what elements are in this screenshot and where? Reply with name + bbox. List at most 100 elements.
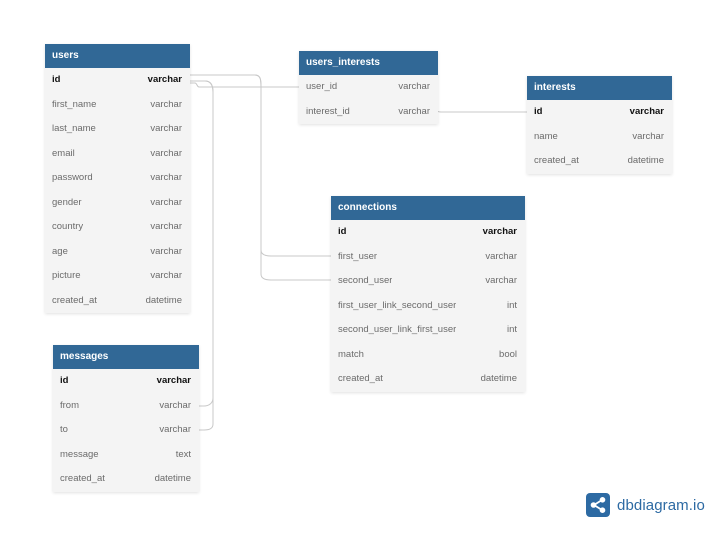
field-row[interactable]: to varchar — [53, 418, 199, 443]
field-type: varchar — [150, 245, 182, 257]
table-interests[interactable]: interests id varchar name varchar created_at… — [527, 76, 672, 174]
field-name: first_name — [52, 98, 97, 110]
field-name: created_at — [52, 294, 97, 306]
field-row[interactable]: second_user varchar — [331, 269, 525, 294]
field-name: created_at — [60, 473, 105, 484]
field-type: datetime — [480, 373, 517, 384]
field-type: varchar — [150, 98, 182, 110]
field-row[interactable]: from varchar — [53, 394, 199, 419]
field-row[interactable]: picture varchar — [45, 264, 190, 289]
field-name: user_id — [306, 81, 338, 92]
field-list: id varchar first_user varchar second_user var… — [331, 220, 525, 392]
field-type: varchar — [485, 275, 517, 286]
field-row[interactable]: id varchar — [527, 100, 672, 125]
table-header[interactable]: users_interests — [299, 51, 438, 75]
field-row[interactable]: second_user_link_first_user int — [331, 318, 525, 343]
field-row[interactable]: created_at datetime — [45, 289, 190, 314]
field-name: id — [60, 375, 69, 386]
field-name: match — [338, 348, 364, 360]
field-row[interactable]: id varchar — [331, 220, 525, 245]
field-name: last_name — [52, 123, 96, 134]
field-type: varchar — [485, 250, 517, 262]
field-list: id varchar first_name varchar last_name varch… — [45, 68, 190, 313]
field-row[interactable]: user_id varchar — [299, 75, 438, 100]
field-type: varchar — [159, 424, 191, 435]
table-header[interactable]: messages — [53, 345, 199, 369]
field-type: varchar — [632, 130, 664, 142]
field-type: varchar — [150, 123, 182, 134]
field-list: id varchar name varchar created_at datetime — [527, 100, 672, 174]
field-type: int — [506, 299, 517, 311]
field-type: varchar — [629, 106, 664, 117]
field-type: varchar — [150, 221, 182, 232]
brand-name: dbdiagram.io — [617, 496, 705, 514]
field-name: created_at — [534, 155, 579, 166]
table-connections[interactable]: connections id varchar first_user varchar se… — [331, 196, 525, 392]
connector-interests-users-interests — [432, 110, 527, 113]
field-type: varchar — [147, 74, 182, 85]
field-name: interest_id — [306, 105, 350, 117]
field-row[interactable]: last_name varchar — [45, 117, 190, 142]
field-type: bool — [499, 348, 517, 360]
field-type: varchar — [159, 399, 191, 411]
field-type: varchar — [482, 226, 517, 237]
field-type: varchar — [156, 375, 191, 386]
table-users[interactable]: users id varchar first_name varchar last_nam… — [45, 44, 190, 313]
field-row[interactable]: interest_id varchar — [299, 100, 438, 125]
field-name: email — [52, 147, 75, 159]
field-name: id — [52, 74, 61, 85]
field-row[interactable]: first_user varchar — [331, 245, 525, 270]
field-row[interactable]: password varchar — [45, 166, 190, 191]
table-header[interactable]: interests — [527, 76, 672, 100]
field-row[interactable]: created_at datetime — [331, 367, 525, 392]
field-name: second_user_link_first_user — [338, 324, 457, 335]
field-name: picture — [52, 270, 81, 281]
field-row[interactable]: first_name varchar — [45, 93, 190, 118]
field-name: id — [338, 226, 347, 237]
field-name: to — [60, 424, 68, 435]
field-type: int — [506, 324, 517, 335]
field-type: varchar — [398, 81, 430, 92]
field-list: id varchar from varchar to varchar message text… — [53, 369, 199, 492]
table-header[interactable]: connections — [331, 196, 525, 220]
field-name: country — [52, 221, 84, 232]
field-type: varchar — [150, 172, 182, 183]
field-name: second_user — [338, 275, 393, 286]
field-row[interactable]: created_at datetime — [527, 149, 672, 174]
field-row[interactable]: message text — [53, 443, 199, 468]
field-name: first_user — [338, 250, 378, 262]
field-type: text — [175, 448, 191, 460]
field-list: user_id varchar interest_id varchar — [299, 75, 438, 124]
field-type: varchar — [150, 196, 182, 208]
field-row[interactable]: match bool — [331, 343, 525, 368]
table-header[interactable]: users — [45, 44, 190, 68]
table-messages[interactable]: messages id varchar from varchar to varchar me… — [53, 345, 199, 492]
field-name: name — [534, 130, 558, 142]
field-name: created_at — [338, 373, 383, 384]
field-type: varchar — [150, 147, 182, 159]
diagram-canvas[interactable]: users id varchar first_name varchar last_nam… — [0, 0, 720, 536]
field-row[interactable]: email varchar — [45, 142, 190, 167]
share-nodes-icon — [586, 493, 610, 517]
field-name: from — [60, 399, 79, 411]
field-name: gender — [52, 196, 82, 208]
field-row[interactable]: id varchar — [45, 68, 190, 93]
field-name: password — [52, 172, 93, 183]
field-name: first_user_link_second_user — [338, 299, 457, 311]
field-type: varchar — [398, 105, 430, 117]
field-row[interactable]: gender varchar — [45, 191, 190, 216]
field-name: id — [534, 106, 543, 117]
table-users-interests[interactable]: users_interests user_id varchar interest_i… — [299, 51, 438, 124]
field-name: message — [60, 448, 99, 460]
field-name: age — [52, 245, 68, 257]
field-row[interactable]: country varchar — [45, 215, 190, 240]
dbdiagram-logo[interactable]: dbdiagram.io — [586, 492, 705, 518]
field-type: datetime — [154, 473, 191, 484]
field-row[interactable]: id varchar — [53, 369, 199, 394]
field-row[interactable]: name varchar — [527, 125, 672, 150]
field-row[interactable]: created_at datetime — [53, 467, 199, 492]
field-row[interactable]: first_user_link_second_user int — [331, 294, 525, 319]
field-type: datetime — [145, 294, 182, 306]
field-row[interactable]: age varchar — [45, 240, 190, 265]
field-type: varchar — [150, 270, 182, 281]
